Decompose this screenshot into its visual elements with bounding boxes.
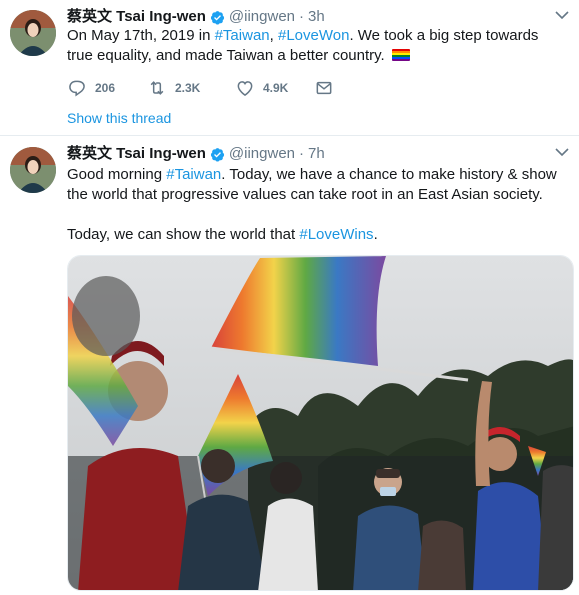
tweet-1[interactable]: 蔡英文 Tsai Ing-wen @iingwen · 3h On May 17… xyxy=(0,0,579,136)
tweet-actions: 206 2.3K 4.9K xyxy=(67,78,334,98)
hashtag-link[interactable]: #LoveWon xyxy=(278,27,349,44)
rally-photo xyxy=(68,256,573,590)
hashtag-link[interactable]: #Taiwan xyxy=(166,166,221,183)
chevron-down-icon[interactable] xyxy=(555,10,569,20)
tweet-text-paragraph-2: Today, we can show the world that #LoveW… xyxy=(67,225,567,245)
chevron-down-icon[interactable] xyxy=(555,147,569,157)
reply-count: 206 xyxy=(95,81,116,95)
tweet-header: 蔡英文 Tsai Ing-wen @iingwen · 7h xyxy=(67,144,325,164)
text-segment: On May 17th, 2019 in xyxy=(67,27,215,44)
separator-dot: · xyxy=(299,145,304,162)
text-segment: Today, we can show the world that xyxy=(67,226,300,243)
hashtag-link[interactable]: #LoveWins xyxy=(299,226,373,243)
heart-icon xyxy=(237,81,253,96)
author-name[interactable]: 蔡英文 Tsai Ing-wen xyxy=(67,7,206,27)
author-name[interactable]: 蔡英文 Tsai Ing-wen xyxy=(67,144,206,164)
like-button[interactable]: 4.9K xyxy=(235,78,295,98)
hashtag-link[interactable]: #Taiwan xyxy=(215,27,270,44)
avatar[interactable] xyxy=(10,10,56,56)
reply-icon xyxy=(69,80,85,97)
text-segment: , xyxy=(269,27,278,44)
envelope-icon xyxy=(316,81,332,95)
tweet-text: On May 17th, 2019 in #Taiwan, #LoveWon. … xyxy=(67,26,567,66)
tweet-2[interactable]: 蔡英文 Tsai Ing-wen @iingwen · 7h Good morn… xyxy=(0,137,579,595)
avatar[interactable] xyxy=(10,147,56,193)
show-thread-link[interactable]: Show this thread xyxy=(67,108,171,128)
rainbow-flag-emoji xyxy=(391,49,410,61)
verified-badge-icon xyxy=(210,10,225,25)
retweet-icon xyxy=(150,81,164,95)
tweet-timestamp[interactable]: 7h xyxy=(308,144,325,164)
tweet-header: 蔡英文 Tsai Ing-wen @iingwen · 3h xyxy=(67,7,325,27)
direct-message-button[interactable] xyxy=(314,78,334,98)
retweet-button[interactable]: 2.3K xyxy=(147,78,207,98)
text-segment: . xyxy=(373,226,378,243)
author-handle[interactable]: @iingwen xyxy=(229,144,295,164)
verified-badge-icon xyxy=(210,147,225,162)
separator-dot: · xyxy=(299,8,304,25)
text-segment: Good morning xyxy=(67,166,167,183)
author-handle[interactable]: @iingwen xyxy=(229,7,295,27)
tweet-timestamp[interactable]: 3h xyxy=(308,7,325,27)
tweet-text: Good morning #Taiwan. Today, we have a c… xyxy=(67,165,567,205)
tweet-photo[interactable] xyxy=(67,255,574,591)
reply-button[interactable]: 206 xyxy=(67,78,127,98)
like-count: 4.9K xyxy=(263,81,289,95)
retweet-count: 2.3K xyxy=(175,81,201,95)
